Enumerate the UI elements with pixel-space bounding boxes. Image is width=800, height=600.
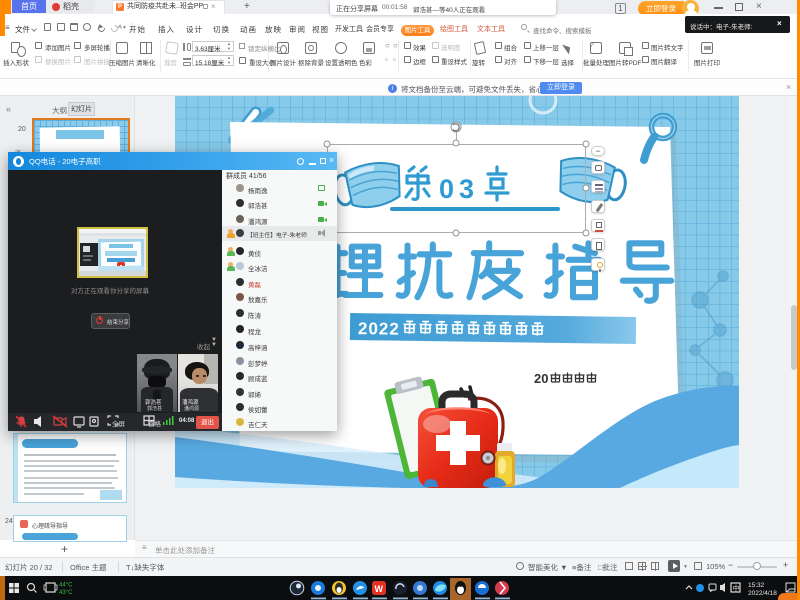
svg-text:20: 20 bbox=[534, 371, 548, 386]
svg-text:中: 中 bbox=[733, 584, 740, 593]
svg-text:W: W bbox=[375, 584, 384, 594]
svg-text:15:32: 15:32 bbox=[748, 582, 765, 589]
svg-text:44°C: 44°C bbox=[59, 583, 73, 589]
svg-text:2022/4/18: 2022/4/18 bbox=[748, 590, 777, 597]
svg-text:2022: 2022 bbox=[358, 319, 400, 339]
svg-text:43°C: 43°C bbox=[59, 590, 73, 596]
